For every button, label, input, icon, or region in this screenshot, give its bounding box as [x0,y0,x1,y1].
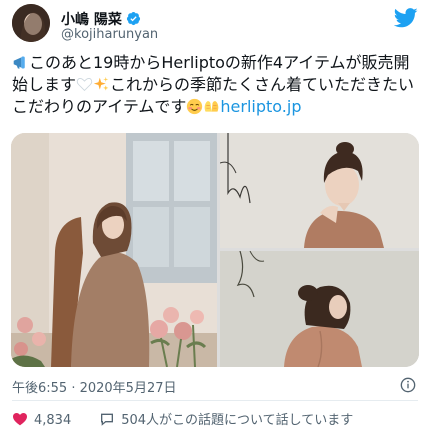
smiling-face-icon [187,98,203,115]
speech-bubble-icon [101,413,114,426]
tweet-timestamp[interactable]: 午後6:55 · 2020年5月27日 [12,377,177,396]
photo-3-image [220,251,419,367]
reply-conversation-button[interactable]: 504人がこの話題について話しています [99,409,353,428]
photo-1-image [11,133,217,367]
photo-2[interactable] [220,133,419,248]
media-grid[interactable] [11,133,419,367]
photo-3[interactable] [220,251,419,367]
user-handle[interactable]: @kojiharunyan [61,27,158,42]
info-icon[interactable] [400,377,416,393]
like-button[interactable]: 4,834 [12,411,71,428]
display-name-text[interactable]: 小嶋 陽菜 [61,12,122,28]
heart-icon [13,413,27,426]
avatar[interactable] [12,4,50,42]
tweet-link[interactable]: herlipto.jp [220,97,301,116]
display-name[interactable]: 小嶋 陽菜 [61,9,141,29]
avatar-photo [12,4,50,42]
like-count: 4,834 [34,413,72,428]
tweet-card: 小嶋 陽菜 @kojiharunyan このあと19時からHerliptoの新作… [0,0,430,429]
megaphone-icon [13,56,25,69]
hands-icon [205,101,219,112]
verified-badge-icon [126,11,140,26]
conversation-text: 504人がこの話題について話しています [121,413,354,428]
photo-2-image [220,133,419,248]
twitter-bird-icon[interactable] [394,8,418,28]
photo-1[interactable] [11,133,217,367]
divider [12,400,418,401]
tweet-actions: 4,834 504人がこの話題について話しています [12,409,353,428]
tweet-text: このあと19時からHerliptoの新作4アイテムが販売開始します これからの季… [12,52,418,118]
sparkles-icon [93,76,109,91]
white-heart-icon [76,78,93,92]
